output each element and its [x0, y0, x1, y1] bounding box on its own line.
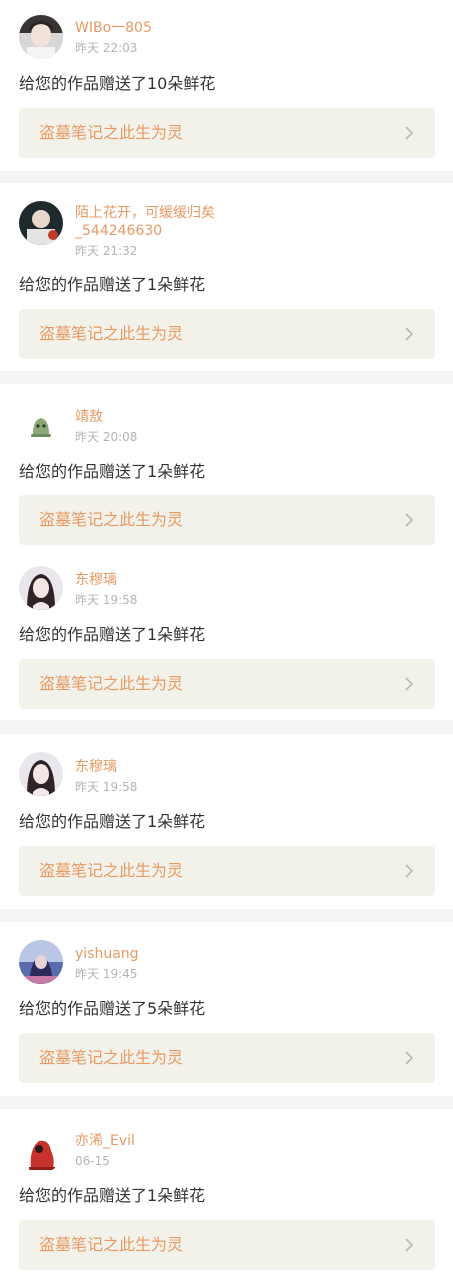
gift-message: 给您的作品赠送了1朵鲜花 [19, 275, 206, 294]
gift-message: 给您的作品赠送了1朵鲜花 [19, 1186, 206, 1205]
work-title: 盗墓笔记之此生为灵 [39, 324, 184, 343]
timestamp: 昨天 19:58 [75, 593, 138, 607]
gift-message: 给您的作品赠送了1朵鲜花 [19, 462, 206, 481]
character-art-avatar-icon [19, 201, 63, 245]
boy-photo-avatar-icon [19, 15, 63, 59]
chevron-right-icon [405, 1238, 414, 1252]
user-avatar[interactable] [19, 566, 63, 610]
work-title: 盗墓笔记之此生为灵 [39, 510, 184, 529]
timestamp: 昨天 20:08 [75, 430, 138, 444]
work-link[interactable]: 盗墓笔记之此生为灵 [19, 108, 435, 158]
girl-portrait-avatar-icon [19, 752, 63, 796]
notification-card: 东穆璃 昨天 19:58 给您的作品赠送了1朵鲜花 盗墓笔记之此生为灵 [0, 734, 453, 909]
chevron-right-icon [405, 126, 414, 140]
notification-card: 陌上花开，可缓缓归矣_544246630 昨天 21:32 给您的作品赠送了1朵… [0, 183, 453, 371]
timestamp: 昨天 21:32 [75, 244, 138, 258]
chevron-right-icon [405, 864, 414, 878]
user-avatar[interactable] [19, 404, 63, 448]
user-avatar[interactable] [19, 1129, 63, 1173]
user-avatar[interactable] [19, 15, 63, 59]
gift-message: 给您的作品赠送了10朵鲜花 [19, 74, 216, 93]
work-title: 盗墓笔记之此生为灵 [39, 674, 184, 693]
work-title: 盗墓笔记之此生为灵 [39, 1235, 184, 1254]
work-link[interactable]: 盗墓笔记之此生为灵 [19, 495, 435, 545]
notification-feed: WIBo一805 昨天 22:03 给您的作品赠送了10朵鲜花 盗墓笔记之此生为… [0, 0, 453, 1280]
work-title: 盗墓笔记之此生为灵 [39, 1048, 184, 1067]
notification-card: yishuang 昨天 19:45 给您的作品赠送了5朵鲜花 盗墓笔记之此生为灵 [0, 922, 453, 1096]
timestamp: 昨天 19:58 [75, 780, 138, 794]
username[interactable]: 东穆璃 [75, 571, 245, 589]
timestamp: 昨天 19:45 [75, 967, 138, 981]
timestamp: 昨天 22:03 [75, 41, 138, 55]
work-link[interactable]: 盗墓笔记之此生为灵 [19, 1220, 435, 1270]
username[interactable]: 东穆璃 [75, 758, 245, 776]
chevron-right-icon [405, 677, 414, 691]
user-avatar[interactable] [19, 940, 63, 984]
username[interactable]: WIBo一805 [75, 19, 245, 37]
girl-portrait-avatar-icon [19, 566, 63, 610]
username[interactable]: 陌上花开，可缓缓归矣_544246630 [75, 204, 255, 240]
green-creature-avatar-icon [19, 404, 63, 448]
gift-message: 给您的作品赠送了1朵鲜花 [19, 812, 206, 831]
work-link[interactable]: 盗墓笔记之此生为灵 [19, 659, 435, 709]
red-hoodie-avatar-icon [19, 1129, 63, 1173]
work-link[interactable]: 盗墓笔记之此生为灵 [19, 309, 435, 359]
username[interactable]: 靖敖 [75, 408, 245, 426]
work-link[interactable]: 盗墓笔记之此生为灵 [19, 1033, 435, 1083]
timestamp: 06-15 [75, 1154, 110, 1168]
notification-card: WIBo一805 昨天 22:03 给您的作品赠送了10朵鲜花 盗墓笔记之此生为… [0, 0, 453, 171]
chevron-right-icon [405, 513, 414, 527]
seaside-girl-avatar-icon [19, 940, 63, 984]
user-avatar[interactable] [19, 752, 63, 796]
notification-card: 亦浠_Evil 06-15 给您的作品赠送了1朵鲜花 盗墓笔记之此生为灵 [0, 1109, 453, 1280]
work-title: 盗墓笔记之此生为灵 [39, 861, 184, 880]
gift-message: 给您的作品赠送了5朵鲜花 [19, 999, 206, 1018]
user-avatar[interactable] [19, 201, 63, 245]
work-title: 盗墓笔记之此生为灵 [39, 123, 184, 142]
chevron-right-icon [405, 1051, 414, 1065]
work-link[interactable]: 盗墓笔记之此生为灵 [19, 846, 435, 896]
username[interactable]: 亦浠_Evil [75, 1132, 245, 1150]
username[interactable]: yishuang [75, 945, 245, 963]
chevron-right-icon [405, 327, 414, 341]
notification-card: 靖敖 昨天 20:08 给您的作品赠送了1朵鲜花 盗墓笔记之此生为灵 东穆璃 昨… [0, 384, 453, 720]
gift-message: 给您的作品赠送了1朵鲜花 [19, 625, 206, 644]
